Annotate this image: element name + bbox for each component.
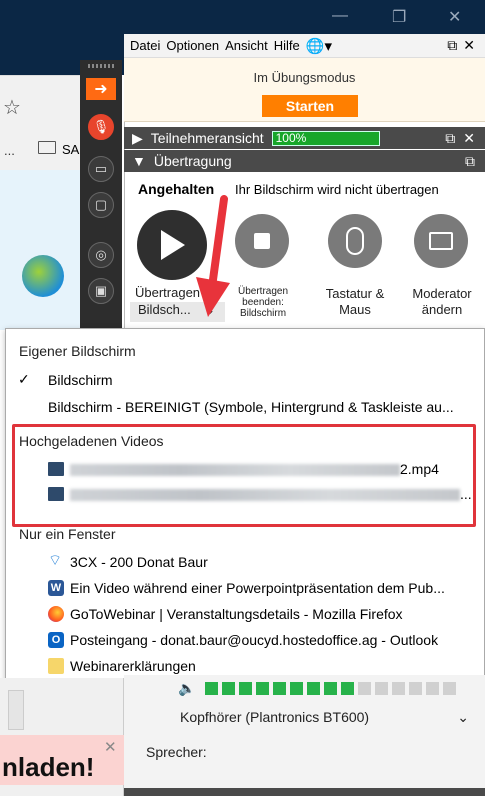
- volume-level-bar: [290, 682, 303, 695]
- language-globe-icon[interactable]: 🌐▾: [306, 37, 332, 55]
- volume-level-bar: [443, 682, 456, 695]
- annotation-arrow: [196, 195, 230, 317]
- change-moderator-icon[interactable]: [414, 214, 468, 268]
- background-title-bar: [0, 0, 485, 34]
- minimize-icon[interactable]: —: [332, 7, 348, 25]
- practice-mode-label: Im Übungsmodus: [253, 70, 356, 85]
- attendee-view-zoom: 100%: [271, 130, 380, 146]
- chevron-down-icon: ⌄: [457, 708, 469, 725]
- moderator-label: Moderator ändern: [400, 286, 484, 318]
- bookmark-folder-label: SA: [62, 142, 80, 157]
- grip-handle[interactable]: [88, 64, 114, 68]
- scrollbar[interactable]: [8, 690, 24, 730]
- stop-icon[interactable]: [235, 214, 289, 268]
- presenter-icon[interactable]: ▣: [88, 278, 114, 304]
- volume-level-bar: [239, 682, 252, 695]
- headset-select-value: Kopfhörer (Plantronics BT600): [180, 709, 370, 725]
- menu-item-window-word[interactable]: Ein Video während einer Powerpointpräsen…: [70, 580, 445, 596]
- collapse-triangle-icon: ▼: [132, 153, 146, 169]
- menu-item-screen[interactable]: Bildschirm: [48, 372, 113, 388]
- menu-item-window-folder[interactable]: Webinarerklärungen: [70, 658, 196, 674]
- popout-icon[interactable]: ⧉: [445, 130, 455, 147]
- volume-level-bar: [426, 682, 439, 695]
- attendee-view-section[interactable]: ▶ Teilnehmeransicht 100% ⧉ ✕: [124, 127, 485, 149]
- popout-icon[interactable]: ⧉: [447, 37, 457, 54]
- speaker-volume-icon: 🔈: [178, 680, 196, 696]
- panel-menubar: Datei Optionen Ansicht Hilfe 🌐▾ ⧉ ✕: [124, 34, 485, 58]
- volume-level-bar: [358, 682, 371, 695]
- volume-level-bar: [324, 682, 337, 695]
- microphone-muted-icon[interactable]: 🎙: [88, 114, 114, 140]
- menu-file[interactable]: Datei: [130, 38, 160, 53]
- moderator-label-line2: ändern: [421, 302, 463, 317]
- menu-item-window-outlook[interactable]: Posteingang - donat.baur@oucyd.hostedoff…: [70, 632, 438, 648]
- promo-banner-text: nladen!: [2, 752, 95, 782]
- volume-level-bar: [205, 682, 218, 695]
- own-screen-header: Eigener Bildschirm: [19, 343, 136, 359]
- folder-icon: [48, 658, 64, 674]
- transmission-status-text: Ihr Bildschirm wird nicht übertragen: [235, 182, 439, 197]
- menu-options[interactable]: Optionen: [166, 38, 219, 53]
- volume-level-bar: [222, 682, 235, 695]
- attendee-view-title: Teilnehmeransicht: [150, 130, 264, 146]
- keyboard-label-line1: Tastatur &: [325, 286, 385, 301]
- section-close-icon[interactable]: ✕: [463, 130, 475, 147]
- close-icon[interactable]: ✕: [104, 738, 117, 756]
- volume-level-bar: [392, 682, 405, 695]
- moderator-label-line1: Moderator: [412, 286, 472, 301]
- panel-close-icon[interactable]: ✕: [463, 37, 475, 54]
- keyboard-mouse-icon[interactable]: [328, 214, 382, 268]
- wifi-icon: ⌔: [48, 552, 63, 569]
- gotowebinar-toolbar: ➜ 🎙 ▭ ▢ ◎ ▣: [80, 60, 122, 330]
- bookmark-ellipsis: ...: [4, 143, 15, 158]
- browser-page: [0, 170, 80, 330]
- menu-item-window-3cx[interactable]: 3CX - 200 Donat Baur: [70, 554, 208, 570]
- speaker-label: Sprecher:: [146, 744, 207, 760]
- menu-item-window-firefox[interactable]: GoToWebinar | Veranstaltungsdetails - Mo…: [70, 606, 403, 622]
- firefox-icon: [48, 606, 64, 622]
- globe-icon: [22, 255, 64, 297]
- restore-icon[interactable]: ❐: [392, 7, 406, 27]
- expand-triangle-icon: ▶: [132, 129, 143, 146]
- volume-level-bar: [256, 682, 269, 695]
- headset-select[interactable]: Kopfhörer (Plantronics BT600) ⌄: [172, 705, 477, 729]
- volume-level-bar: [273, 682, 286, 695]
- highlight-box: [12, 424, 476, 527]
- only-window-header: Nur ein Fenster: [19, 526, 116, 542]
- menu-item-screen-cleaned[interactable]: Bildschirm - BEREINIGT (Symbole, Hinterg…: [48, 399, 454, 415]
- folder-icon[interactable]: [38, 141, 56, 154]
- next-section-bar: [124, 788, 485, 796]
- volume-level-bar: [409, 682, 422, 695]
- menu-view[interactable]: Ansicht: [225, 38, 268, 53]
- webcam-icon[interactable]: ▭: [88, 156, 114, 182]
- collapse-arrow-icon[interactable]: ➜: [86, 78, 116, 100]
- volume-level-bar: [307, 682, 320, 695]
- checkmark-icon: ✓: [18, 371, 30, 387]
- keyboard-mouse-label: Tastatur & Maus: [312, 286, 398, 318]
- keyboard-label-line2: Maus: [339, 302, 371, 317]
- outlook-icon: O: [48, 632, 64, 648]
- word-icon: W: [48, 580, 64, 596]
- menu-help[interactable]: Hilfe: [274, 38, 300, 53]
- close-icon[interactable]: ✕: [448, 7, 461, 27]
- transmission-title: Übertragung: [153, 153, 232, 169]
- screen-share-icon[interactable]: ▢: [88, 192, 114, 218]
- bookmark-star-icon[interactable]: ☆: [3, 95, 21, 120]
- volume-level-bar: [341, 682, 354, 695]
- transmit-source-value: Bildsch...: [138, 302, 191, 317]
- mouse-icon[interactable]: ◎: [88, 242, 114, 268]
- volume-level-bar: [375, 682, 388, 695]
- popout-icon[interactable]: ⧉: [465, 153, 475, 170]
- transmission-section[interactable]: ▼ Übertragung ⧉: [124, 150, 485, 172]
- start-button[interactable]: Starten: [262, 95, 358, 117]
